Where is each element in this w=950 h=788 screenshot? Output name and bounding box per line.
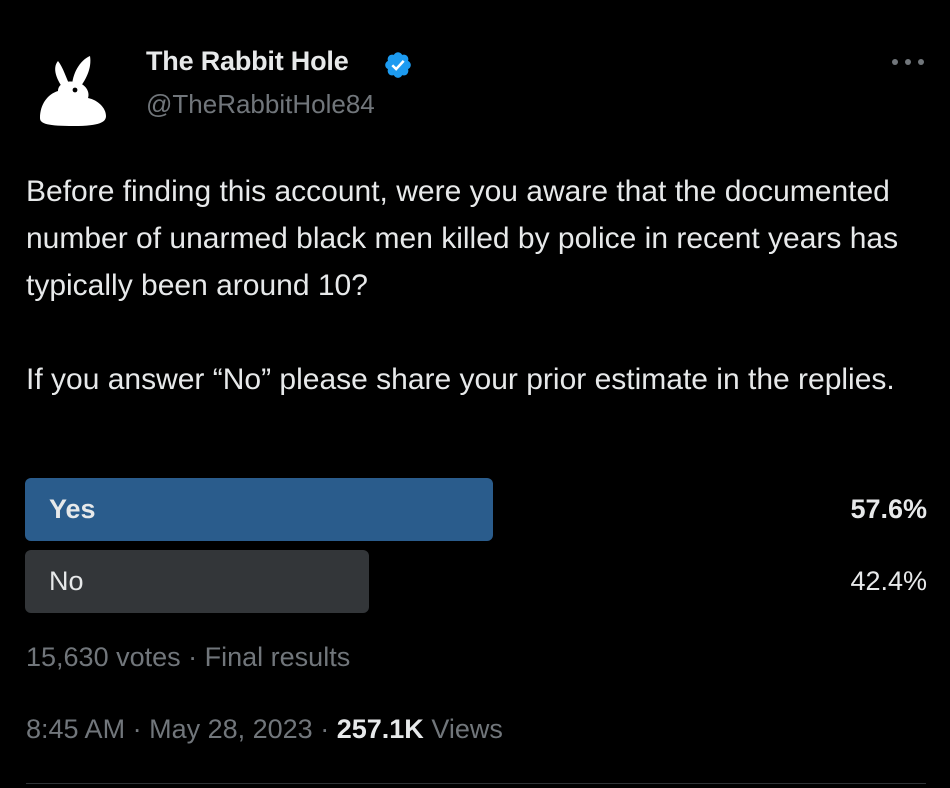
tweet-paragraph: Before finding this account, were you aw… xyxy=(26,175,899,302)
separator: · xyxy=(132,714,142,744)
poll-option-yes: Yes 57.6% xyxy=(25,478,927,541)
separator: · xyxy=(188,642,198,672)
poll-option-no: No 42.4% xyxy=(25,550,927,613)
divider xyxy=(26,783,926,784)
poll-option-percent: 42.4% xyxy=(850,566,927,596)
post-time[interactable]: 8:45 AM xyxy=(26,714,125,744)
poll-option-label: No xyxy=(49,566,84,596)
separator: · xyxy=(320,714,330,744)
views-label[interactable]: Views xyxy=(431,714,503,744)
poll-option-percent: 57.6% xyxy=(850,494,927,524)
tweet: The Rabbit Hole @TheRabbitHole84 Before … xyxy=(0,0,950,788)
display-name[interactable]: The Rabbit Hole xyxy=(146,46,349,77)
views-count[interactable]: 257.1K xyxy=(337,714,424,744)
poll-option-label: Yes xyxy=(49,494,96,524)
post-date[interactable]: May 28, 2023 xyxy=(149,714,313,744)
verified-badge-icon xyxy=(385,52,411,78)
more-horizontal-icon[interactable] xyxy=(888,52,928,72)
poll-meta: 15,630 votes · Final results xyxy=(26,642,350,673)
handle[interactable]: @TheRabbitHole84 xyxy=(146,89,375,120)
rabbit-logo-icon xyxy=(40,56,106,126)
timestamp-line: 8:45 AM · May 28, 2023 · 257.1K Views xyxy=(26,714,503,745)
tweet-text: Before finding this account, were you aw… xyxy=(26,168,926,403)
poll-votes: 15,630 votes xyxy=(26,642,181,672)
tweet-paragraph: If you answer “No” please share your pri… xyxy=(26,363,895,396)
poll-status: Final results xyxy=(204,642,351,672)
avatar[interactable] xyxy=(26,34,122,130)
